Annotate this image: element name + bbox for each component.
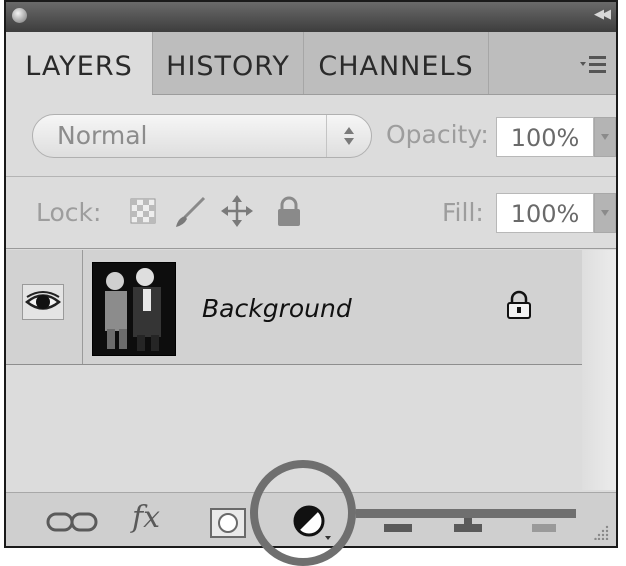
move-icon[interactable] — [220, 194, 254, 228]
layer-thumbnail[interactable] — [92, 262, 176, 356]
fill-dropdown-icon[interactable] — [594, 193, 616, 233]
lock-label: Lock: — [36, 198, 102, 227]
opacity-field[interactable]: 100% — [496, 117, 594, 157]
panel-titlebar[interactable]: ◀◀ — [6, 2, 616, 32]
blend-mode-select[interactable]: Normal — [32, 114, 372, 158]
brush-icon[interactable] — [172, 194, 208, 230]
opacity-label: Opacity: — [386, 120, 489, 149]
close-dot-icon[interactable] — [12, 8, 27, 23]
fill-field[interactable]: 100% — [496, 193, 594, 233]
opacity-dropdown-icon[interactable] — [594, 117, 616, 157]
checkerboard-icon[interactable] — [130, 198, 156, 224]
folder-icon[interactable] — [384, 520, 412, 532]
fill-label: Fill: — [442, 198, 484, 227]
collapse-arrows-icon[interactable]: ◀◀ — [594, 7, 611, 22]
tab-channels[interactable]: CHANNELS — [304, 32, 489, 94]
resize-grip-icon[interactable] — [594, 524, 610, 540]
scrollbar[interactable] — [582, 250, 616, 490]
link-layers-icon[interactable] — [46, 510, 98, 534]
layer-name[interactable]: Background — [202, 294, 352, 323]
tab-history[interactable]: HISTORY — [152, 32, 304, 94]
callout-line — [356, 509, 576, 518]
padlock-icon[interactable] — [276, 196, 302, 228]
visibility-cell — [6, 250, 83, 364]
layer-row[interactable]: Background — [6, 250, 582, 365]
blend-mode-value: Normal — [57, 121, 148, 150]
chevron-updown-icon — [326, 115, 354, 157]
divider — [6, 248, 616, 249]
trash-icon[interactable] — [532, 518, 556, 532]
panel-menu-icon[interactable] — [580, 54, 606, 76]
new-layer-icon[interactable] — [454, 518, 482, 532]
tab-bar: LAYERS HISTORY CHANNELS — [6, 32, 616, 95]
mask-icon[interactable] — [210, 508, 246, 538]
eye-icon[interactable] — [22, 284, 64, 320]
fx-icon[interactable]: fx — [132, 500, 160, 535]
padlock-icon — [507, 290, 531, 319]
highlight-ring — [250, 460, 356, 566]
divider — [6, 176, 616, 177]
tab-layers[interactable]: LAYERS — [6, 32, 152, 95]
